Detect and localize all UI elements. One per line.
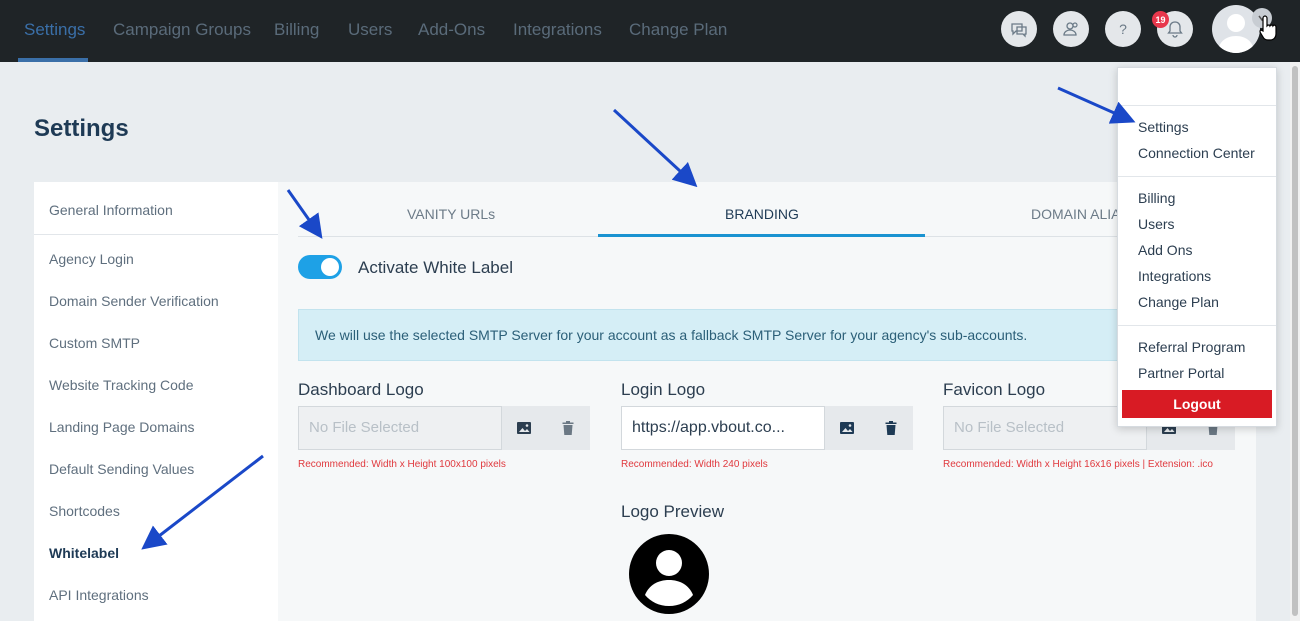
nav-settings[interactable]: Settings <box>24 20 85 40</box>
dropdown-item-partner-portal[interactable]: Partner Portal <box>1138 365 1224 381</box>
chat-button[interactable] <box>1001 11 1037 47</box>
login-logo-hint: Recommended: Width 240 pixels <box>621 459 768 470</box>
logout-button[interactable]: Logout <box>1122 390 1272 418</box>
dropdown-divider <box>1118 325 1276 326</box>
dropdown-item-add-ons[interactable]: Add Ons <box>1138 242 1192 258</box>
nav-add-ons[interactable]: Add-Ons <box>418 20 485 40</box>
sidebar-item-custom-smtp[interactable]: Custom SMTP <box>49 335 140 351</box>
tab-branding[interactable]: BRANDING <box>725 206 799 222</box>
dropdown-item-settings[interactable]: Settings <box>1138 119 1189 135</box>
login-logo-upload-button[interactable] <box>825 406 869 450</box>
sidebar-item-whitelabel[interactable]: Whitelabel <box>49 545 119 561</box>
nav-billing[interactable]: Billing <box>274 20 319 40</box>
nav-change-plan[interactable]: Change Plan <box>629 20 727 40</box>
nav-users[interactable]: Users <box>348 20 392 40</box>
support-button[interactable] <box>1053 11 1089 47</box>
dropdown-item-change-plan[interactable]: Change Plan <box>1138 294 1219 310</box>
scrollbar-thumb[interactable] <box>1292 66 1298 616</box>
smtp-info-alert: We will use the selected SMTP Server for… <box>298 309 1138 361</box>
login-logo-delete-button[interactable] <box>869 406 913 450</box>
dropdown-item-connection-center[interactable]: Connection Center <box>1138 145 1255 161</box>
sidebar-item-agency-login[interactable]: Agency Login <box>49 251 134 267</box>
tab-active-indicator <box>598 234 925 237</box>
sidebar-item-general-information[interactable]: General Information <box>49 202 173 218</box>
svg-text:?: ? <box>1119 21 1127 37</box>
favicon-logo-hint: Recommended: Width x Height 16x16 pixels… <box>943 459 1213 470</box>
nav-active-indicator <box>18 58 88 62</box>
dropdown-item-referral-program[interactable]: Referral Program <box>1138 339 1245 355</box>
page-title: Settings <box>34 115 129 142</box>
dashboard-logo-label: Dashboard Logo <box>298 380 424 399</box>
page-scrollbar[interactable] <box>1290 62 1300 621</box>
dropdown-item-users[interactable]: Users <box>1138 216 1175 232</box>
notification-badge: 19 <box>1152 11 1169 28</box>
nav-integrations[interactable]: Integrations <box>513 20 602 40</box>
dashboard-logo-hint: Recommended: Width x Height 100x100 pixe… <box>298 459 506 470</box>
sidebar-item-shortcodes[interactable]: Shortcodes <box>49 503 120 519</box>
logo-preview-label: Logo Preview <box>621 502 725 521</box>
chat-icon <box>1011 23 1027 38</box>
dashboard-logo-delete-button[interactable] <box>546 406 590 450</box>
image-icon <box>840 422 854 434</box>
sidebar-divider <box>34 234 278 235</box>
dropdown-divider <box>1118 176 1276 177</box>
trash-icon <box>562 421 574 435</box>
trash-icon <box>885 421 897 435</box>
dashboard-logo-file-field[interactable]: No File Selected <box>298 406 502 450</box>
settings-sidebar: General Information Agency Login Domain … <box>34 182 278 621</box>
image-icon <box>517 422 531 434</box>
question-icon: ? <box>1119 21 1127 37</box>
help-button[interactable]: ? <box>1105 11 1141 47</box>
sidebar-item-domain-sender-verification[interactable]: Domain Sender Verification <box>49 293 219 309</box>
sidebar-item-website-tracking-code[interactable]: Website Tracking Code <box>49 377 193 393</box>
tab-vanity-urls[interactable]: VANITY URLs <box>407 206 495 222</box>
tab-domain-alias[interactable]: DOMAIN ALIA <box>1031 206 1120 222</box>
favicon-logo-label: Favicon Logo <box>943 380 1046 399</box>
arrow-to-branding-tab <box>612 108 698 188</box>
dropdown-item-integrations[interactable]: Integrations <box>1138 268 1211 284</box>
sidebar-item-landing-page-domains[interactable]: Landing Page Domains <box>49 419 195 435</box>
white-label-toggle[interactable] <box>298 255 342 279</box>
sidebar-item-default-sending-values[interactable]: Default Sending Values <box>49 461 194 477</box>
top-navigation: Settings Campaign Groups Billing Users A… <box>0 0 1300 62</box>
dropdown-item-billing[interactable]: Billing <box>1138 190 1175 206</box>
whitelabel-panel: VANITY URLs BRANDING DOMAIN ALIA Activat… <box>278 182 1256 621</box>
white-label-toggle-label: Activate White Label <box>358 258 513 277</box>
account-dropdown-menu: Settings Connection Center Billing Users… <box>1117 67 1277 427</box>
toggle-knob <box>321 258 339 276</box>
login-logo-label: Login Logo <box>621 380 706 399</box>
login-logo-file-field[interactable]: https://app.vbout.co... <box>621 406 825 450</box>
nav-campaign-groups[interactable]: Campaign Groups <box>113 20 251 40</box>
sidebar-item-api-integrations[interactable]: API Integrations <box>49 587 149 603</box>
logo-preview-user-icon <box>629 534 709 614</box>
dashboard-logo-upload-button[interactable] <box>502 406 546 450</box>
hand-cursor-icon <box>1259 15 1277 41</box>
users-support-icon <box>1063 22 1078 36</box>
dropdown-divider <box>1118 105 1276 106</box>
